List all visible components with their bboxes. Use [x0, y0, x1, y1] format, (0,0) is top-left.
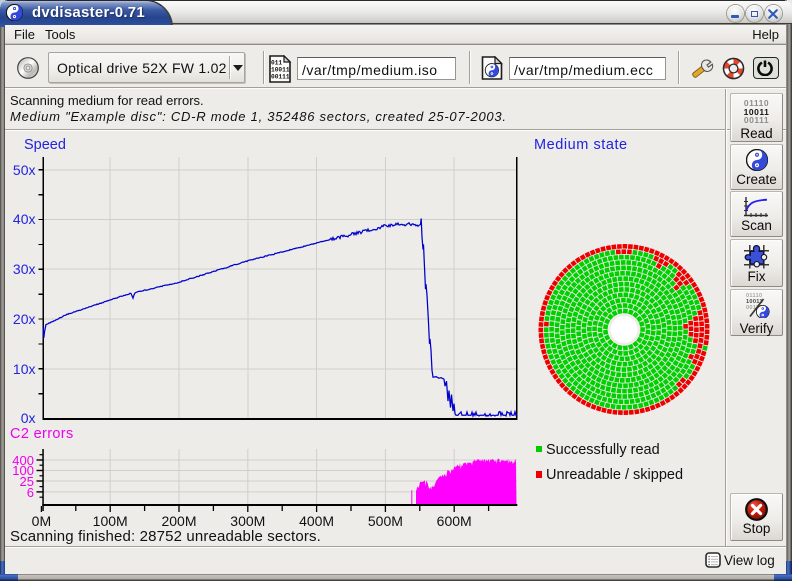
svg-text:10011: 10011 — [271, 67, 290, 74]
svg-text:00111: 00111 — [271, 74, 290, 81]
svg-text:011: 011 — [271, 60, 282, 67]
